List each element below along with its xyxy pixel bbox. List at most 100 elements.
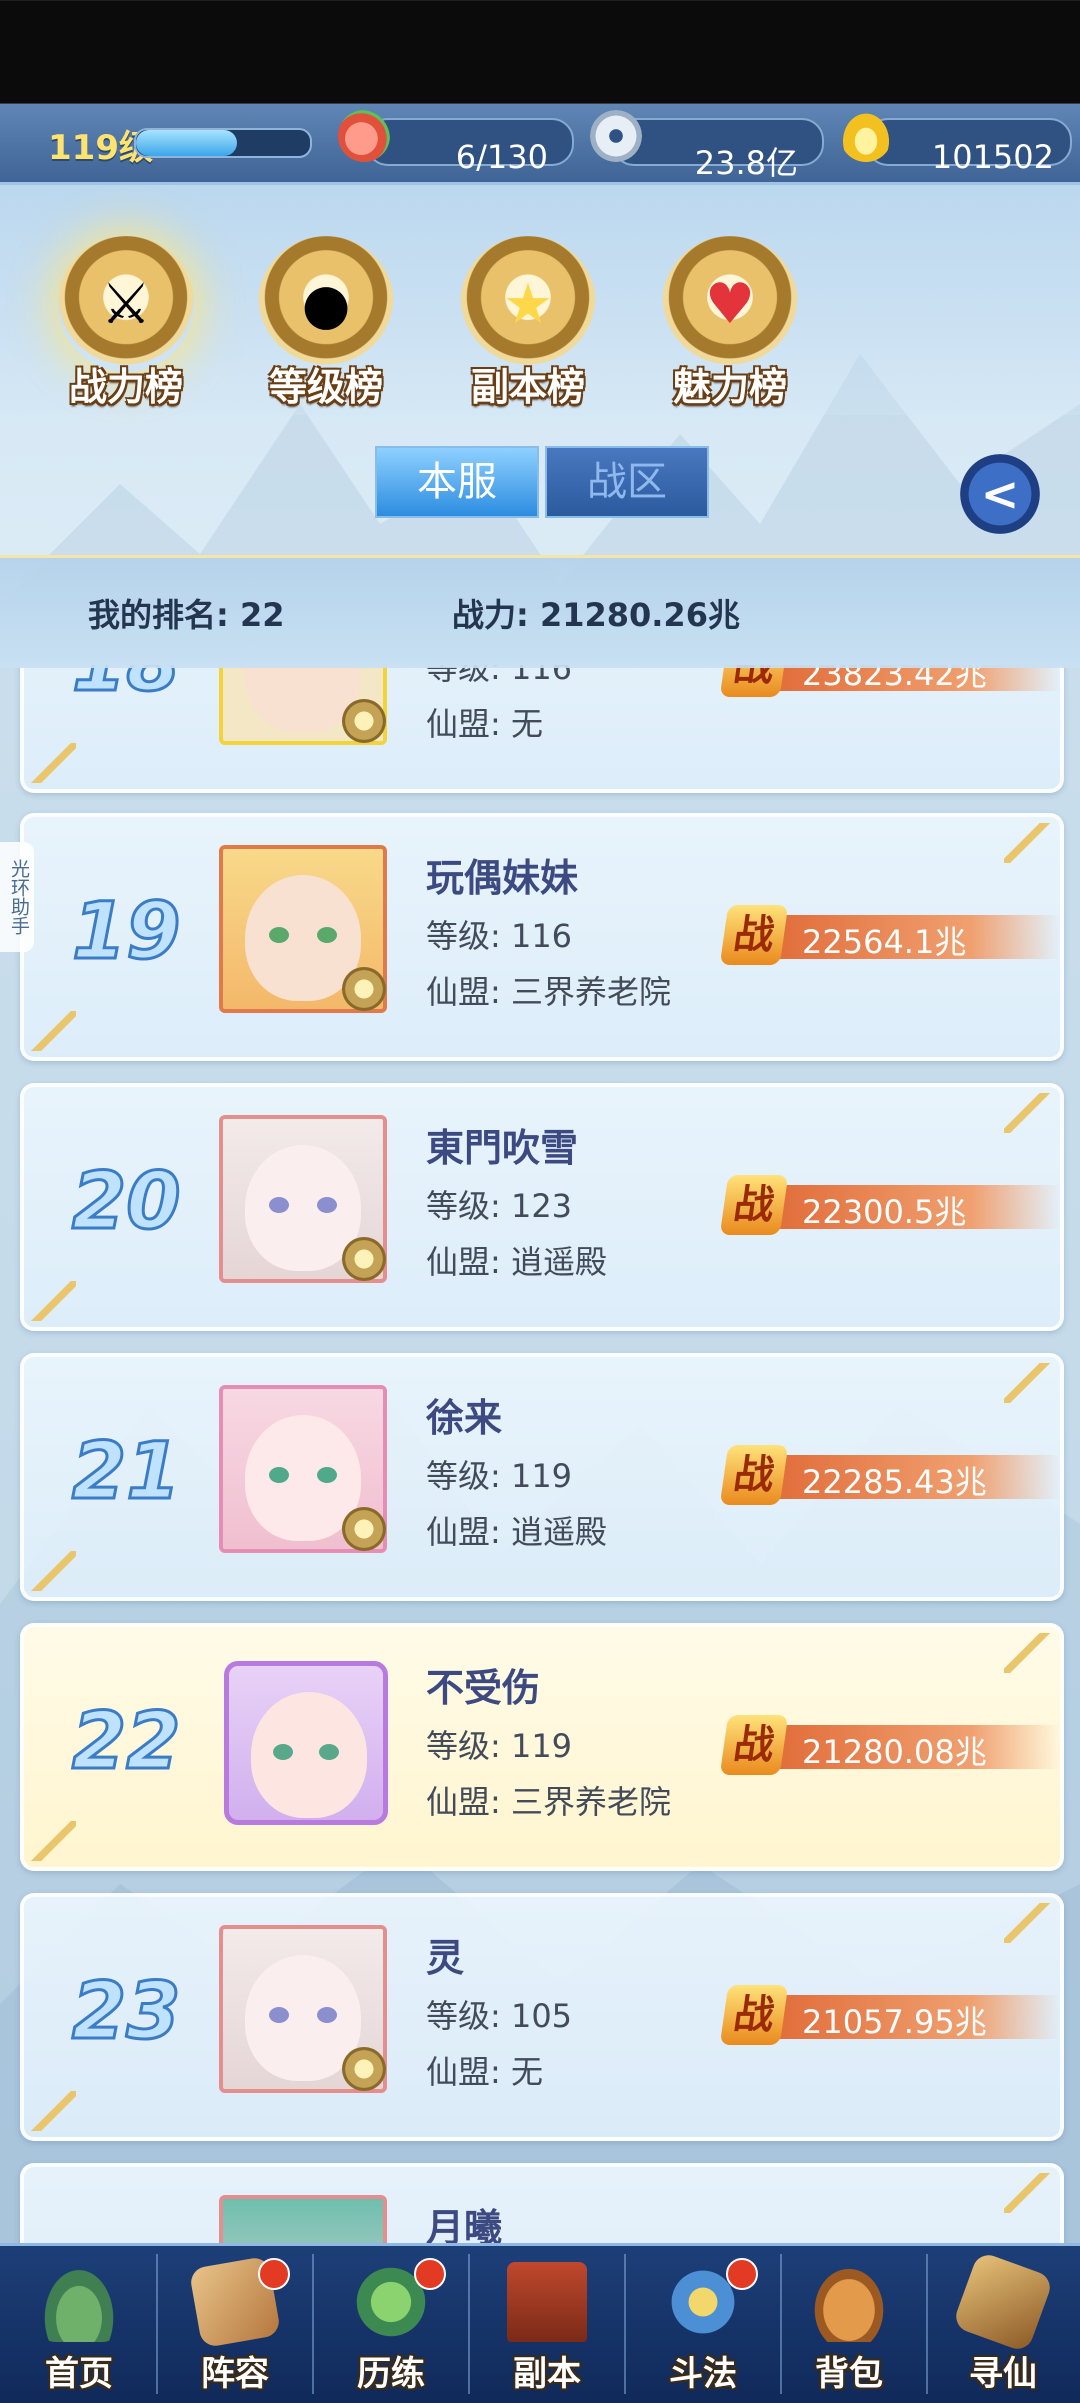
corner-ornament <box>1004 1363 1052 1403</box>
rank-number: 19 <box>71 886 183 979</box>
player-guild: 仙盟: 无 <box>426 2053 543 2091</box>
resource-bar: 119级 6/130 23.8亿 101502 <box>0 104 1080 185</box>
category-label: 战力榜 <box>68 365 183 409</box>
medal-icon <box>342 1507 386 1551</box>
power-value: 23823.42兆 <box>802 665 987 693</box>
category-power-ranking[interactable]: ⚔ 战力榜 <box>36 228 216 409</box>
category-level-ranking[interactable]: ● 等级榜 <box>236 228 416 409</box>
avatar-eye <box>269 1197 289 1213</box>
my-rank: 我的排名: 22 <box>88 596 285 634</box>
my-power: 战力: 21280.26兆 <box>452 596 740 634</box>
stamina-resource[interactable]: 6/130 <box>366 118 574 176</box>
ranking-row[interactable]: 21 徐来 等级: 119 仙盟: 逍遥殿 战 22285.43兆 <box>20 1353 1064 1601</box>
power-display: 战 22564.1兆 <box>719 905 1060 967</box>
battle-power-icon: 战 <box>719 665 789 697</box>
corner-ornament <box>30 1551 76 1591</box>
stamina-value: 6/130 <box>455 138 548 176</box>
avatar-eye <box>273 1744 293 1760</box>
corner-ornament <box>1004 2173 1052 2213</box>
category-label: 魅力榜 <box>672 365 787 409</box>
category-label: 副本榜 <box>470 365 585 409</box>
avatar-eye <box>269 1467 289 1483</box>
nav-label: 寻仙 <box>969 2354 1037 2394</box>
corner-ornament <box>1004 1633 1052 1673</box>
avatar[interactable] <box>219 2195 387 2243</box>
nav-label: 斗法 <box>669 2354 737 2394</box>
drum-glyph: ● <box>301 272 351 337</box>
ranking-row-self[interactable]: 22 不受伤 等级: 119 仙盟: 三界养老院 战 21280.08兆 <box>20 1623 1064 1871</box>
xp-bar <box>134 128 312 158</box>
player-name: 東門吹雪 <box>426 1126 579 1170</box>
rank-number: 22 <box>71 1696 183 1789</box>
rank-number: 23 <box>71 1966 183 2059</box>
nav-training[interactable]: 历练 <box>314 2246 468 2403</box>
home-icon <box>39 2262 119 2342</box>
coins-value: 23.8亿 <box>694 144 798 182</box>
rank-number: 18 <box>71 665 202 711</box>
helper-tab[interactable]: 光环助手 <box>0 842 34 952</box>
category-charm-ranking[interactable]: ♥ 魅力榜 <box>640 228 820 409</box>
nav-lineup[interactable]: 阵容 <box>158 2246 312 2403</box>
my-rank-bar: 我的排名: 22 战力: 21280.26兆 <box>0 555 1080 668</box>
nav-dungeon[interactable]: 副本 <box>470 2246 624 2403</box>
ranking-row[interactable]: 月曦 <box>20 2163 1064 2243</box>
category-dungeon-ranking[interactable]: ★ 副本榜 <box>438 228 618 409</box>
player-name: 不受伤 <box>426 1666 541 1710</box>
notification-dot <box>726 2258 758 2290</box>
player-guild: 仙盟: 无 <box>426 705 543 743</box>
battle-power-icon: 战 <box>719 1445 789 1505</box>
player-level: 等级: 116 <box>426 665 573 687</box>
tab-this-server[interactable]: 本服 <box>375 446 539 518</box>
backpack-icon <box>809 2262 889 2342</box>
avatar[interactable] <box>224 1661 388 1825</box>
corner-ornament <box>30 743 76 783</box>
ranking-row[interactable]: 20 東門吹雪 等级: 123 仙盟: 逍遥殿 战 22300.5兆 <box>20 1083 1064 1331</box>
player-name: 月曦 <box>426 2206 503 2243</box>
bottom-nav: 首页 阵容 历练 副本 斗法 背包 寻仙 <box>0 2243 1080 2403</box>
corner-ornament <box>30 2091 76 2131</box>
power-value: 22285.43兆 <box>802 1463 987 1501</box>
medal-icon <box>342 1237 386 1281</box>
player-name: 玩偶妹妹 <box>426 856 579 900</box>
nav-label: 副本 <box>513 2354 581 2394</box>
nav-backpack[interactable]: 背包 <box>772 2246 926 2403</box>
rank-number: 20 <box>71 1156 183 1249</box>
copper-coin-icon <box>590 110 642 162</box>
player-level: 等级: 123 <box>426 1187 573 1225</box>
medal-icon <box>342 699 386 743</box>
ranking-row[interactable]: 23 灵 等级: 105 仙盟: 无 战 21057.95兆 <box>20 1893 1064 2141</box>
coins-resource[interactable]: 23.8亿 <box>612 118 824 182</box>
ranking-row[interactable]: 19 玩偶妹妹 等级: 116 仙盟: 三界养老院 战 22564.1兆 <box>20 813 1064 1061</box>
battle-power-icon: 战 <box>719 1175 789 1235</box>
player-level: 等级: 116 <box>426 917 573 955</box>
notification-dot <box>258 2258 290 2290</box>
power-value: 21280.08兆 <box>802 1733 987 1771</box>
corner-ornament <box>1004 1093 1052 1133</box>
player-guild: 仙盟: 三界养老院 <box>426 973 671 1011</box>
nav-label: 首页 <box>45 2354 113 2394</box>
avatar-eye <box>317 927 337 943</box>
tab-war-zone[interactable]: 战区 <box>545 446 709 518</box>
scroll-icon <box>951 2250 1055 2354</box>
power-display: 战 21057.95兆 <box>719 1985 1060 2047</box>
ranking-list[interactable]: 18 等级: 116 仙盟: 无 战 23823.42兆 19 玩偶妹妹 等级:… <box>0 665 1080 2243</box>
peach-icon <box>338 110 390 162</box>
corner-ornament <box>1004 823 1052 863</box>
ranking-row[interactable]: 18 等级: 116 仙盟: 无 战 23823.42兆 <box>20 665 1064 793</box>
gold-resource[interactable]: 101502 <box>866 118 1072 176</box>
power-display: 战 22285.43兆 <box>719 1445 1060 1507</box>
avatar-eye <box>317 1197 337 1213</box>
corner-ornament <box>30 1011 76 1051</box>
nav-home[interactable]: 首页 <box>2 2246 156 2403</box>
category-label: 等级榜 <box>268 365 383 409</box>
nav-seek-immortal[interactable]: 寻仙 <box>926 2246 1080 2403</box>
avatar-face <box>251 1692 367 1818</box>
sword-glyph: ⚔ <box>100 272 152 337</box>
notification-dot <box>414 2258 446 2290</box>
player-level: 等级: 119 <box>426 1727 573 1765</box>
back-button[interactable]: < <box>960 454 1040 534</box>
power-value: 22564.1兆 <box>802 923 967 961</box>
nav-battle[interactable]: 斗法 <box>626 2246 780 2403</box>
avatar-eye <box>319 1744 339 1760</box>
battle-power-icon: 战 <box>719 905 789 965</box>
